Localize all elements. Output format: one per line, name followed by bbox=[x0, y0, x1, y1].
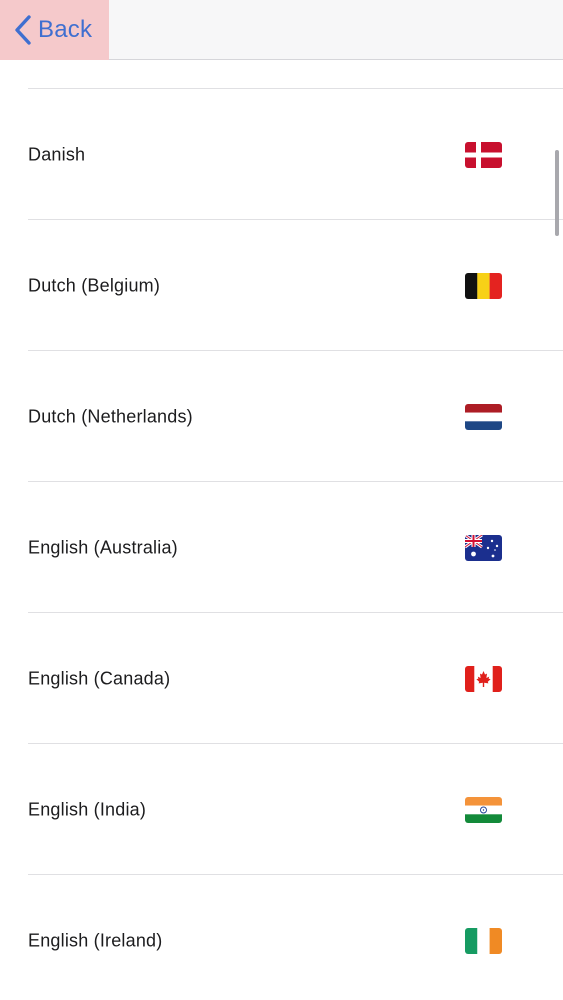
netherlands-flag-icon bbox=[465, 403, 502, 430]
language-label: English (Australia) bbox=[28, 537, 178, 557]
list-item-english-australia[interactable]: English (Australia) bbox=[0, 482, 563, 613]
list-item-dutch-belgium[interactable]: Dutch (Belgium) bbox=[0, 220, 563, 351]
list-item-english-india[interactable]: English (India) bbox=[0, 744, 563, 875]
language-label: English (Canada) bbox=[28, 668, 171, 688]
list-item-english-canada[interactable]: English (Canada) bbox=[0, 613, 563, 744]
list-item-english-ireland[interactable]: English (Ireland) bbox=[0, 875, 563, 1000]
australia-flag-icon bbox=[465, 534, 502, 561]
language-list-screen: Back Danish Dutch (Belgium) Dutch (Nethe… bbox=[0, 0, 563, 1000]
language-label: English (Ireland) bbox=[28, 930, 163, 950]
navigation-bar: Back bbox=[0, 0, 563, 60]
language-label: Dutch (Netherlands) bbox=[28, 406, 193, 426]
list-item-dutch-netherlands[interactable]: Dutch (Netherlands) bbox=[0, 351, 563, 482]
belgium-flag-icon bbox=[465, 272, 502, 299]
denmark-flag-icon bbox=[465, 141, 502, 168]
canada-flag-icon bbox=[465, 665, 502, 692]
back-button[interactable]: Back bbox=[0, 0, 109, 60]
chevron-left-icon bbox=[15, 15, 31, 45]
language-label: Danish bbox=[28, 144, 86, 164]
ireland-flag-icon bbox=[465, 927, 502, 954]
list-item-danish[interactable]: Danish bbox=[0, 89, 563, 220]
back-label: Back bbox=[38, 16, 93, 43]
scrollbar[interactable] bbox=[555, 150, 559, 236]
india-flag-icon bbox=[465, 796, 502, 823]
language-label: English (India) bbox=[28, 799, 147, 819]
language-label: Dutch (Belgium) bbox=[28, 275, 161, 295]
